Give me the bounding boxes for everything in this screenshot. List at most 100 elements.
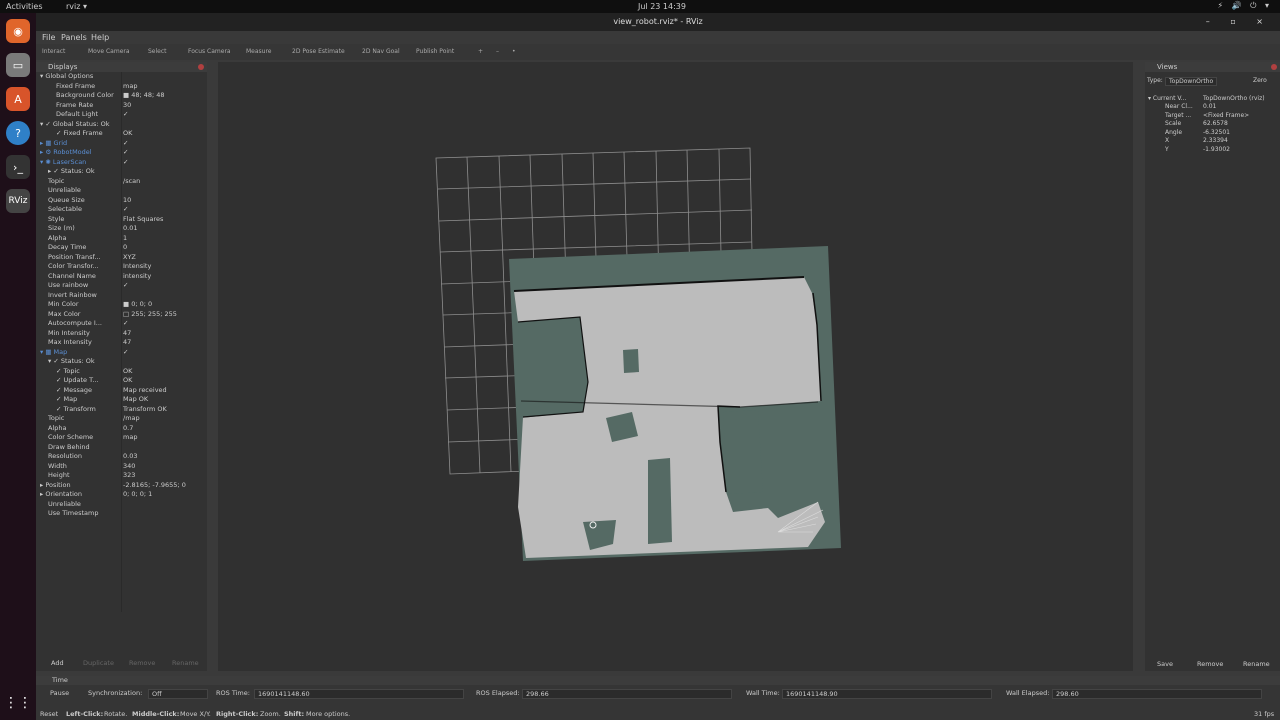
- display-tree-row[interactable]: Frame Rate 30: [36, 101, 207, 111]
- view-property-value[interactable]: -6.32501: [1203, 129, 1230, 136]
- view-property-value[interactable]: 2.33394: [1203, 137, 1228, 144]
- sync-select[interactable]: Off: [148, 689, 208, 699]
- property-value[interactable]: ■ 0; 0; 0: [123, 300, 152, 310]
- property-value[interactable]: ✓: [123, 148, 128, 158]
- display-tree-row[interactable]: Resolution 0.03: [36, 452, 207, 462]
- property-value[interactable]: 30: [123, 101, 131, 111]
- display-tree-row[interactable]: ✓ Topic OK: [36, 367, 207, 377]
- pause-button[interactable]: Pause: [50, 689, 69, 697]
- add-button[interactable]: Add: [51, 659, 64, 667]
- display-tree-row[interactable]: Use rainbow ✓: [36, 281, 207, 291]
- display-tree-row[interactable]: Max Color □ 255; 255; 255: [36, 310, 207, 320]
- display-tree-row[interactable]: ▸ Position -2.8165; -7.9655; 0: [36, 481, 207, 491]
- display-tree-row[interactable]: Queue Size 10: [36, 196, 207, 206]
- display-tree-row[interactable]: Height 323: [36, 471, 207, 481]
- property-value[interactable]: ✓: [123, 205, 128, 215]
- duplicate-button[interactable]: Duplicate: [83, 659, 114, 667]
- tool-move-camera[interactable]: Move Camera: [88, 48, 130, 55]
- app-grid-icon[interactable]: ⋮⋮: [4, 691, 32, 715]
- system-tray[interactable]: ⚡ 🔊 ⏻ ▾: [1217, 1, 1272, 11]
- property-value[interactable]: □ 255; 255; 255: [123, 310, 177, 320]
- software-icon[interactable]: A: [6, 87, 30, 111]
- tool-dot[interactable]: •: [512, 48, 516, 55]
- display-tree-row[interactable]: Background Color ■ 48; 48; 48: [36, 91, 207, 101]
- property-value[interactable]: Map OK: [123, 395, 148, 405]
- display-tree-row[interactable]: ▸ Orientation 0; 0; 0; 1: [36, 490, 207, 500]
- property-value[interactable]: ✓: [123, 319, 128, 329]
- view-property-value[interactable]: 0.01: [1203, 103, 1216, 110]
- display-tree-row[interactable]: Unreliable: [36, 500, 207, 510]
- tool-select[interactable]: Select: [148, 48, 167, 55]
- property-value[interactable]: ■ 48; 48; 48: [123, 91, 165, 101]
- firefox-icon[interactable]: ◉: [6, 19, 30, 43]
- property-value[interactable]: 0.03: [123, 452, 137, 462]
- display-tree-row[interactable]: ✓ Map Map OK: [36, 395, 207, 405]
- display-tree-row[interactable]: Autocompute I... ✓: [36, 319, 207, 329]
- ros-elapsed-field[interactable]: 298.66: [522, 689, 732, 699]
- display-tree-row[interactable]: Channel Name intensity: [36, 272, 207, 282]
- view-property-value[interactable]: 62.6578: [1203, 120, 1228, 127]
- display-tree-row[interactable]: Size (m) 0.01: [36, 224, 207, 234]
- terminal-icon[interactable]: ›_: [6, 155, 30, 179]
- display-tree-row[interactable]: ▾ ▦ Map ✓: [36, 348, 207, 358]
- close-icon[interactable]: [198, 64, 204, 70]
- display-tree-row[interactable]: Fixed Frame map: [36, 82, 207, 92]
- remove-view-button[interactable]: Remove: [1197, 660, 1223, 668]
- property-value[interactable]: Transform OK: [123, 405, 167, 415]
- help-icon[interactable]: ?: [6, 121, 30, 145]
- render-viewport[interactable]: [218, 62, 1133, 671]
- display-tree-row[interactable]: ▸ ✓ Status: Ok: [36, 167, 207, 177]
- display-tree-row[interactable]: Invert Rainbow: [36, 291, 207, 301]
- display-tree-row[interactable]: Decay Time 0: [36, 243, 207, 253]
- property-value[interactable]: Map received: [123, 386, 167, 396]
- property-value[interactable]: ✓: [123, 158, 128, 168]
- property-value[interactable]: 47: [123, 329, 131, 339]
- rename-view-button[interactable]: Rename: [1243, 660, 1270, 668]
- display-tree-row[interactable]: Width 340: [36, 462, 207, 472]
- property-value[interactable]: 0.01: [123, 224, 137, 234]
- display-tree-row[interactable]: Topic/scan: [36, 177, 207, 187]
- tool-2d-pose[interactable]: 2D Pose Estimate: [292, 48, 345, 55]
- menu-panels[interactable]: Panels: [61, 33, 87, 42]
- property-value[interactable]: /map: [123, 414, 140, 424]
- property-value[interactable]: ✓: [123, 110, 128, 120]
- display-tree-row[interactable]: ▾ ✓ Status: Ok: [36, 357, 207, 367]
- property-value[interactable]: OK: [123, 367, 132, 377]
- display-tree-row[interactable]: ✓ Transform Transform OK: [36, 405, 207, 415]
- window-controls[interactable]: – ▫ ×: [1206, 13, 1272, 31]
- view-property-value[interactable]: <Fixed Frame>: [1203, 112, 1249, 119]
- display-tree-row[interactable]: Min Intensity 47: [36, 329, 207, 339]
- property-value[interactable]: /scan: [123, 177, 140, 187]
- display-tree-row[interactable]: ▾ Global Options: [36, 72, 207, 82]
- close-icon[interactable]: [1271, 64, 1277, 70]
- zero-button[interactable]: Zero: [1253, 77, 1267, 84]
- app-menu[interactable]: rviz ▾: [66, 2, 87, 11]
- display-tree-row[interactable]: ▸ ⚙ RobotModel ✓: [36, 148, 207, 158]
- menu-help[interactable]: Help: [91, 33, 109, 42]
- display-tree-row[interactable]: ▾ ✓ Global Status: Ok: [36, 120, 207, 130]
- tool-focus-camera[interactable]: Focus Camera: [188, 48, 231, 55]
- property-value[interactable]: 47: [123, 338, 131, 348]
- property-value[interactable]: -2.8165; -7.9655; 0: [123, 481, 186, 491]
- property-value[interactable]: 0: [123, 243, 127, 253]
- display-tree-row[interactable]: Position Transf... XYZ: [36, 253, 207, 263]
- tool-2d-nav[interactable]: 2D Nav Goal: [362, 48, 400, 55]
- tool-publish-point[interactable]: Publish Point: [416, 48, 454, 55]
- activities-button[interactable]: Activities: [6, 2, 43, 11]
- display-tree-row[interactable]: ✓ Message Map received: [36, 386, 207, 396]
- property-value[interactable]: XYZ: [123, 253, 136, 263]
- view-property-value[interactable]: -1.93002: [1203, 146, 1230, 153]
- property-value[interactable]: intensity: [123, 272, 151, 282]
- save-view-button[interactable]: Save: [1157, 660, 1173, 668]
- wall-time-field[interactable]: 1690141148.90: [782, 689, 992, 699]
- display-tree-row[interactable]: Alpha 1: [36, 234, 207, 244]
- display-tree-row[interactable]: Alpha 0.7: [36, 424, 207, 434]
- property-value[interactable]: map: [123, 82, 137, 92]
- files-icon[interactable]: ▭: [6, 53, 30, 77]
- tool-measure[interactable]: Measure: [246, 48, 272, 55]
- display-tree-row[interactable]: ▸ ▦ Grid ✓: [36, 139, 207, 149]
- display-tree-row[interactable]: Color Scheme map: [36, 433, 207, 443]
- display-tree-row[interactable]: Use Timestamp: [36, 509, 207, 519]
- property-value[interactable]: OK: [123, 376, 132, 386]
- property-value[interactable]: ✓: [123, 281, 128, 291]
